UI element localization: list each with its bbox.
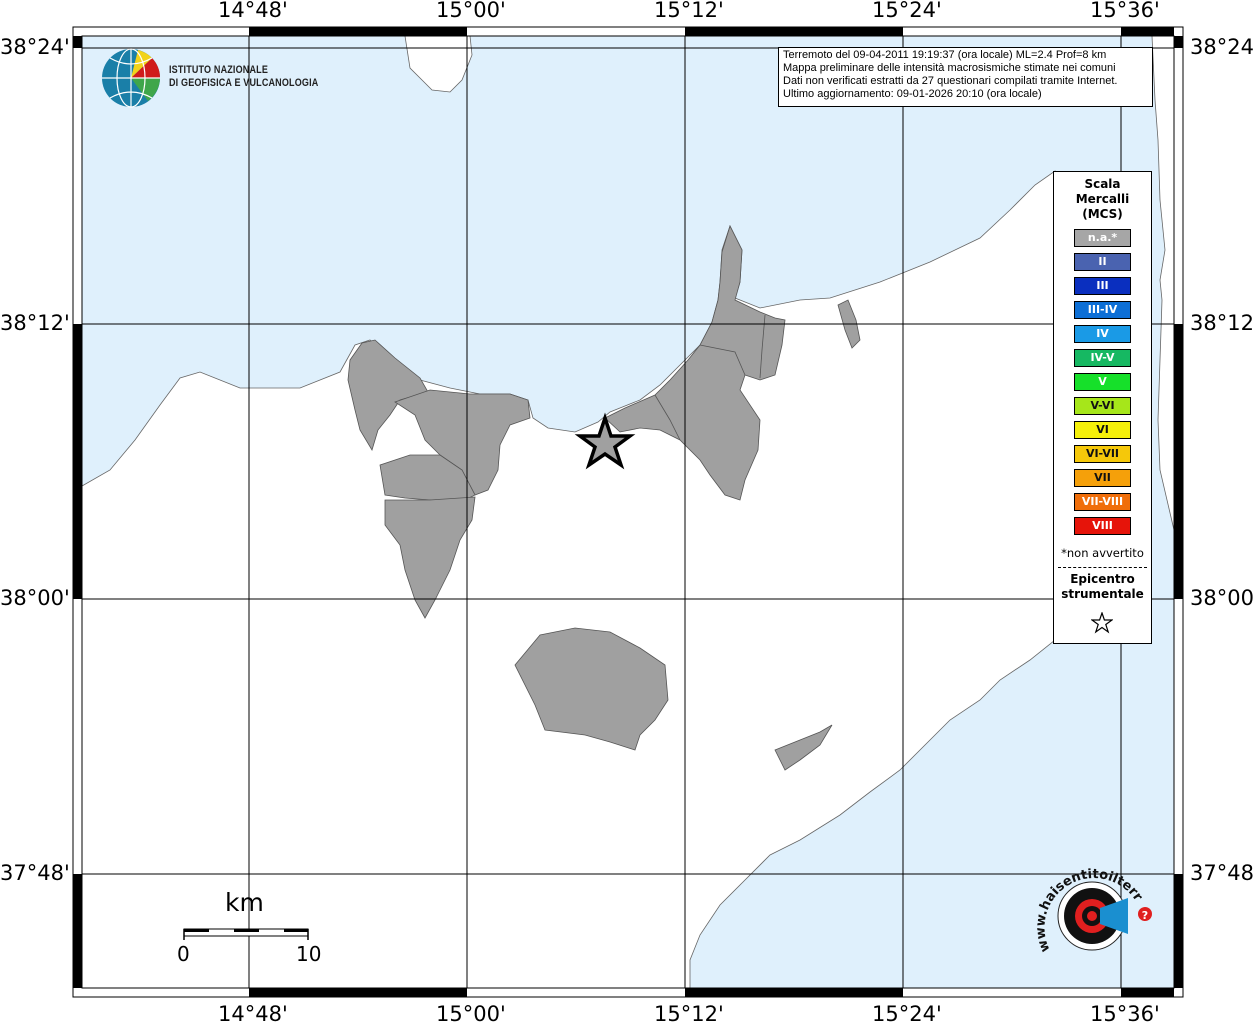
- scale-bar-start-label: 0: [177, 942, 190, 966]
- legend-item: V: [1074, 373, 1131, 391]
- info-line-4: Ultimo aggiornamento: 09-01-2026 20:10 (…: [783, 88, 1042, 100]
- legend-item: VII-VIII: [1074, 493, 1131, 511]
- scale-bar-segment-2: [234, 929, 259, 932]
- ingv-globe-icon: [102, 48, 160, 108]
- frame-bar-left-2: [73, 324, 82, 599]
- lat-label-left-4: 37°48': [0, 861, 70, 885]
- lon-label-bottom-3: 15°12': [654, 1002, 724, 1026]
- mcs-legend: Scala Mercalli (MCS) n.a.* II III III-IV IV I…: [1053, 171, 1152, 644]
- lon-label-bottom-5: 15°36': [1090, 1002, 1160, 1026]
- legend-item: IV-V: [1074, 349, 1131, 367]
- legend-title-line-2: Mercalli: [1075, 192, 1130, 206]
- frame-bar-bottom-2: [685, 988, 903, 997]
- scale-bar-segment-1: [184, 929, 209, 932]
- legend-note: *non avvertito: [1061, 546, 1144, 560]
- legend-item: VI-VII: [1074, 445, 1131, 463]
- legend-item: VI: [1074, 421, 1131, 439]
- lon-label-top-1: 14°48': [218, 0, 288, 22]
- frame-bar-top-1: [249, 27, 467, 36]
- legend-item: VIII: [1074, 517, 1131, 535]
- frame-bar-left-1: [73, 36, 82, 48]
- lat-label-right-1: 38°24': [1190, 35, 1255, 59]
- legend-title-line-1: Scala: [1084, 177, 1121, 191]
- ingv-line-2: DI GEOFISICA E VULCANOLOGIA: [169, 77, 319, 89]
- legend-epicenter-line-2: strumentale: [1061, 587, 1144, 601]
- lat-label-right-2: 38°12': [1190, 311, 1255, 335]
- scale-bar-end-label: 10: [296, 942, 322, 966]
- info-line-2: Mappa preliminare delle intensità macros…: [783, 62, 1116, 74]
- frame-bar-bottom-1: [249, 988, 467, 997]
- legend-item: VII: [1074, 469, 1131, 487]
- legend-title-line-3: (MCS): [1082, 207, 1123, 221]
- lon-label-bottom-2: 15°00': [436, 1002, 506, 1026]
- frame-bar-left-3: [73, 874, 82, 988]
- earthquake-info-box: Terremoto del 09-04-2011 19:19:37 (ora l…: [778, 47, 1153, 107]
- legend-star-shape: [1091, 612, 1113, 634]
- ingv-line-1: ISTITUTO NAZIONALE: [169, 64, 269, 76]
- ingv-organization-name: ISTITUTO NAZIONALE DI GEOFISICA E VULCAN…: [169, 64, 318, 90]
- logo-ring-center: [1087, 911, 1097, 921]
- lat-label-left-1: 38°24': [0, 35, 70, 59]
- map-stage: ? www.haisentitoilterremoto.it 14°48' 15…: [0, 0, 1255, 1026]
- lon-label-bottom-4: 15°24': [872, 1002, 942, 1026]
- lon-label-bottom-1: 14°48': [218, 1002, 288, 1026]
- legend-separator: [1058, 567, 1147, 568]
- info-line-3: Dati non verificati estratti da 27 quest…: [783, 75, 1118, 87]
- lat-label-right-4: 37°48': [1190, 861, 1255, 885]
- legend-item: IV: [1074, 325, 1131, 343]
- lon-label-top-5: 15°36': [1090, 0, 1160, 22]
- legend-item: n.a.*: [1074, 229, 1131, 247]
- legend-epicenter-label: Epicentro strumentale: [1054, 572, 1151, 602]
- legend-epicenter-line-1: Epicentro: [1070, 572, 1135, 586]
- frame-bar-right-2: [1174, 324, 1183, 599]
- legend-item: V-VI: [1074, 397, 1131, 415]
- info-line-1: Terremoto del 09-04-2011 19:19:37 (ora l…: [783, 49, 1107, 61]
- legend-item: II: [1074, 253, 1131, 271]
- legend-star-icon: [1091, 612, 1113, 634]
- logo-question-mark: ?: [1142, 909, 1148, 922]
- frame-bar-right-3: [1174, 874, 1183, 988]
- scale-bar-unit: km: [225, 888, 264, 917]
- lat-label-left-3: 38°00': [0, 586, 70, 610]
- legend-item: III: [1074, 277, 1131, 295]
- frame-bar-top-2: [685, 27, 903, 36]
- lon-label-top-3: 15°12': [654, 0, 724, 22]
- scale-bar-segment-3: [284, 929, 308, 932]
- legend-title: Scala Mercalli (MCS): [1054, 177, 1151, 222]
- legend-item: III-IV: [1074, 301, 1131, 319]
- lat-label-left-2: 38°12': [0, 311, 70, 335]
- frame-bar-bottom-3: [1121, 988, 1174, 997]
- lat-label-right-3: 38°00': [1190, 586, 1255, 610]
- lon-label-top-4: 15°24': [872, 0, 942, 22]
- frame-bar-top-3: [1121, 27, 1174, 36]
- frame-bar-right-1: [1174, 36, 1183, 48]
- lon-label-top-2: 15°00': [436, 0, 506, 22]
